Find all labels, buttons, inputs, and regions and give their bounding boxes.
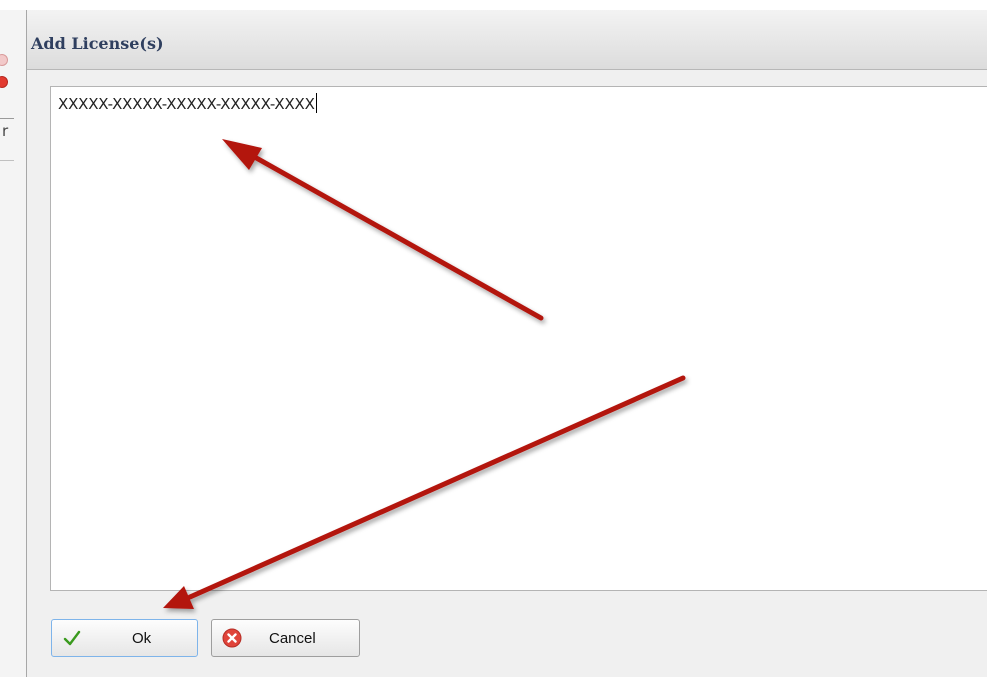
background-window-dot xyxy=(0,76,8,88)
close-circle-icon xyxy=(222,628,242,648)
text-caret xyxy=(315,93,317,113)
dialog-title: Add License(s) xyxy=(31,34,164,53)
background-divider xyxy=(0,160,14,161)
ok-button[interactable]: Ok xyxy=(51,619,198,657)
background-tab-label: r xyxy=(2,122,9,140)
dialog-titlebar[interactable]: Add License(s) xyxy=(27,10,987,70)
license-key-text: XXXXX-XXXXX-XXXXX-XXXXX-XXXX xyxy=(58,93,317,113)
license-key-value: XXXXX-XXXXX-XXXXX-XXXXX-XXXX xyxy=(58,95,315,113)
cancel-button-label: Cancel xyxy=(269,630,316,647)
background-window: r xyxy=(0,10,27,677)
background-divider xyxy=(0,118,14,119)
license-textarea[interactable] xyxy=(50,86,987,591)
add-license-dialog: Add License(s) XXXXX-XXXXX-XXXXX-XXXXX-X… xyxy=(26,10,987,677)
ok-button-label: Ok xyxy=(132,630,152,647)
checkmark-icon xyxy=(63,630,81,646)
cancel-button[interactable]: Cancel xyxy=(211,619,360,657)
top-strip xyxy=(0,0,987,10)
background-window-dot xyxy=(0,54,8,66)
